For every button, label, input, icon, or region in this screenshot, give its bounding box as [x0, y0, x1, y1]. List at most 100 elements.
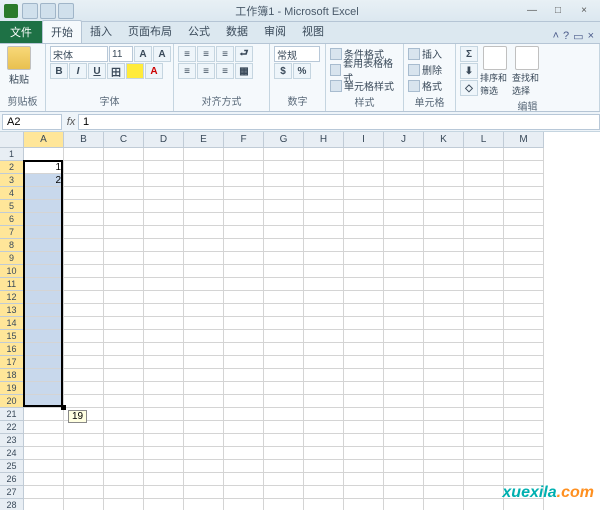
- cell[interactable]: [424, 252, 464, 265]
- cell[interactable]: [184, 291, 224, 304]
- cell[interactable]: [104, 408, 144, 421]
- cell[interactable]: [104, 187, 144, 200]
- tab-5[interactable]: 审阅: [256, 20, 294, 43]
- cell[interactable]: [24, 434, 64, 447]
- cell[interactable]: [384, 161, 424, 174]
- cell[interactable]: [464, 434, 504, 447]
- cell[interactable]: [344, 343, 384, 356]
- cell[interactable]: [304, 252, 344, 265]
- cell[interactable]: [464, 187, 504, 200]
- cell[interactable]: [304, 317, 344, 330]
- cell[interactable]: [344, 356, 384, 369]
- cell[interactable]: [264, 317, 304, 330]
- italic-button[interactable]: I: [69, 63, 87, 79]
- align-mid-icon[interactable]: ≡: [197, 46, 215, 62]
- cell[interactable]: [384, 239, 424, 252]
- cell[interactable]: [64, 343, 104, 356]
- cell[interactable]: [384, 226, 424, 239]
- row-header[interactable]: 11: [0, 278, 24, 291]
- cell[interactable]: [264, 187, 304, 200]
- close-button[interactable]: ×: [572, 4, 596, 18]
- cell[interactable]: [64, 200, 104, 213]
- cell[interactable]: [424, 187, 464, 200]
- col-header[interactable]: E: [184, 132, 224, 148]
- cell[interactable]: [464, 174, 504, 187]
- row-header[interactable]: 9: [0, 252, 24, 265]
- cell[interactable]: [224, 408, 264, 421]
- cell[interactable]: [184, 200, 224, 213]
- cell[interactable]: [64, 369, 104, 382]
- cell[interactable]: [64, 447, 104, 460]
- merge-cells-icon[interactable]: ▦: [235, 63, 253, 79]
- cell[interactable]: [304, 395, 344, 408]
- tab-2[interactable]: 页面布局: [120, 20, 180, 43]
- cell[interactable]: [104, 460, 144, 473]
- window-restore-icon[interactable]: ▭: [573, 30, 583, 43]
- cell[interactable]: [64, 161, 104, 174]
- cell[interactable]: [184, 460, 224, 473]
- cell[interactable]: [64, 239, 104, 252]
- cell[interactable]: [104, 356, 144, 369]
- col-header[interactable]: L: [464, 132, 504, 148]
- cell[interactable]: [384, 460, 424, 473]
- col-header[interactable]: I: [344, 132, 384, 148]
- align-bot-icon[interactable]: ≡: [216, 46, 234, 62]
- cell[interactable]: [24, 343, 64, 356]
- cell[interactable]: [384, 174, 424, 187]
- cell[interactable]: [224, 252, 264, 265]
- cell[interactable]: [104, 473, 144, 486]
- cell[interactable]: [104, 174, 144, 187]
- cell[interactable]: [464, 226, 504, 239]
- qat-save-icon[interactable]: [22, 3, 38, 19]
- cell[interactable]: [104, 226, 144, 239]
- cell[interactable]: [64, 304, 104, 317]
- cell[interactable]: [464, 408, 504, 421]
- tab-1[interactable]: 插入: [82, 20, 120, 43]
- cell[interactable]: [424, 408, 464, 421]
- row-header[interactable]: 2: [0, 161, 24, 174]
- ribbon-minimize-icon[interactable]: ˄: [553, 30, 559, 43]
- cell[interactable]: [24, 252, 64, 265]
- cell[interactable]: [104, 486, 144, 499]
- cell[interactable]: [144, 187, 184, 200]
- cell[interactable]: [424, 291, 464, 304]
- cell[interactable]: [184, 304, 224, 317]
- cell[interactable]: [304, 226, 344, 239]
- cell[interactable]: [304, 460, 344, 473]
- cell[interactable]: [184, 187, 224, 200]
- cell[interactable]: [224, 148, 264, 161]
- cell[interactable]: [384, 473, 424, 486]
- cell[interactable]: [464, 200, 504, 213]
- tab-4[interactable]: 数据: [218, 20, 256, 43]
- cell[interactable]: [304, 343, 344, 356]
- cell[interactable]: [64, 213, 104, 226]
- tab-0[interactable]: 开始: [42, 20, 82, 43]
- cell[interactable]: [184, 265, 224, 278]
- cell[interactable]: 2: [24, 174, 64, 187]
- cell[interactable]: [344, 161, 384, 174]
- cell[interactable]: [24, 369, 64, 382]
- row-header[interactable]: 13: [0, 304, 24, 317]
- cell[interactable]: [464, 382, 504, 395]
- cell[interactable]: [424, 343, 464, 356]
- font-color-button[interactable]: A: [145, 63, 163, 79]
- cell[interactable]: [504, 226, 544, 239]
- cell[interactable]: [24, 460, 64, 473]
- cell[interactable]: 1: [24, 161, 64, 174]
- cell[interactable]: [104, 304, 144, 317]
- cell[interactable]: [24, 408, 64, 421]
- cell[interactable]: [344, 252, 384, 265]
- cell[interactable]: [104, 395, 144, 408]
- cell[interactable]: [464, 421, 504, 434]
- cell[interactable]: [184, 369, 224, 382]
- cell[interactable]: [304, 304, 344, 317]
- tab-3[interactable]: 公式: [180, 20, 218, 43]
- cell[interactable]: [64, 265, 104, 278]
- cell[interactable]: [344, 187, 384, 200]
- cell[interactable]: [264, 395, 304, 408]
- cell[interactable]: [184, 239, 224, 252]
- cell[interactable]: [264, 161, 304, 174]
- cell[interactable]: [264, 421, 304, 434]
- cell[interactable]: [504, 369, 544, 382]
- cell[interactable]: [424, 356, 464, 369]
